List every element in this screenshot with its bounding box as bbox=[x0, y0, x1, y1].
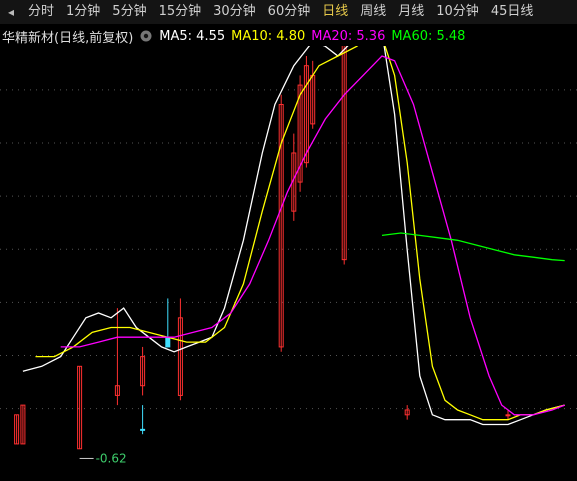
ma-lines bbox=[22, 46, 565, 426]
candlestick-chart: 71.51-0.62 bbox=[0, 46, 577, 465]
low-price-label: -0.62 bbox=[96, 451, 127, 465]
period-tab-bar: ◂ 分时 1分钟 5分钟 15分钟 30分钟 60分钟 日线 周线 月线 10分钟 45日线 bbox=[0, 0, 577, 24]
tab-6[interactable]: 日线 bbox=[316, 0, 354, 24]
candle-body bbox=[505, 414, 511, 417]
tab-1[interactable]: 1分钟 bbox=[60, 0, 106, 24]
tab-10[interactable]: 45日线 bbox=[485, 0, 540, 24]
ma-values: MA5: 4.55 MA10: 4.80 MA20: 5.36 MA60: 5.48 bbox=[159, 29, 471, 44]
ma-legend-ma60: MA60: 5.48 bbox=[391, 28, 466, 44]
stock-title: 华精新材(日线,前复权) bbox=[2, 30, 134, 46]
ma-legend-ma5: MA5: 4.55 bbox=[159, 28, 226, 44]
gear-icon[interactable] bbox=[139, 29, 153, 43]
tab-0[interactable]: 分时 bbox=[22, 0, 60, 24]
tab-9[interactable]: 10分钟 bbox=[430, 0, 485, 24]
ma-line-ma5 bbox=[22, 46, 565, 426]
price-annotations: 71.51-0.62 bbox=[79, 451, 127, 465]
tab-4[interactable]: 30分钟 bbox=[207, 0, 262, 24]
tab-7[interactable]: 周线 bbox=[354, 0, 392, 24]
candle-body bbox=[165, 336, 171, 348]
tab-3[interactable]: 15分钟 bbox=[153, 0, 208, 24]
ma-legend-ma20: MA20: 5.36 bbox=[311, 28, 386, 44]
period-tabs: 分时 1分钟 5分钟 15分钟 30分钟 60分钟 日线 周线 月线 10分钟 45日线 bbox=[22, 0, 539, 24]
collapse-icon[interactable]: ◂ bbox=[0, 0, 22, 24]
ma-legend-ma10: MA10: 4.80 bbox=[231, 28, 306, 44]
ma-line-ma60 bbox=[381, 232, 565, 262]
candle-body bbox=[140, 428, 146, 431]
tab-8[interactable]: 月线 bbox=[392, 0, 430, 24]
tab-2[interactable]: 5分钟 bbox=[106, 0, 152, 24]
indicator-legend: 华精新材(日线,前复权) MA5: 4.55 MA10: 4.80 MA20: 5.… bbox=[0, 26, 577, 46]
tab-5[interactable]: 60分钟 bbox=[262, 0, 317, 24]
candles bbox=[14, 46, 511, 450]
